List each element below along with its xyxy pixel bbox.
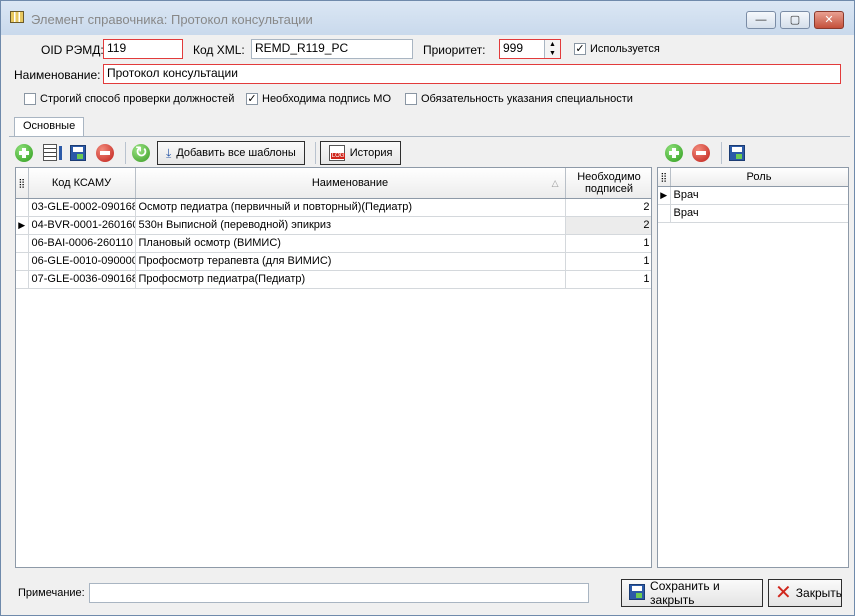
table-row[interactable]: 06-BAI-0006-260110 Плановый осмотр (ВИМИ… <box>16 234 651 253</box>
edit-icon[interactable] <box>40 142 62 164</box>
save-icon[interactable] <box>67 142 89 164</box>
roles-grid: ⣿ Роль ▶ Врач Врач <box>657 167 849 568</box>
save-and-close-button[interactable]: Сохранить и закрыть <box>621 579 763 607</box>
mo-signature-label: Необходима подпись МО <box>262 93 392 105</box>
delete-icon[interactable] <box>94 142 116 164</box>
table-row[interactable]: 06-GLE-0010-090000 Профосмотр терапевта … <box>16 252 651 271</box>
refresh-icon[interactable] <box>130 142 152 164</box>
priority-label: Приоритет: <box>423 43 486 57</box>
roles-grid-settings-icon[interactable]: ⣿ <box>658 168 671 187</box>
mo-signature-checkbox[interactable]: ✓ Необходима подпись МО <box>246 93 391 105</box>
history-button[interactable]: LOG История <box>319 141 402 165</box>
main-toolbar: ⤓ Добавить все шаблоны LOG История <box>13 139 407 167</box>
download-icon: ⤓ <box>166 145 172 160</box>
close-button[interactable]: ✕ Закрыть <box>768 579 842 607</box>
priority-spinner[interactable]: 999 ▲ ▼ <box>499 39 561 59</box>
column-role[interactable]: Роль <box>670 168 848 187</box>
table-row[interactable]: ▶ 04-BVR-0001-260160 530н Выписной (пере… <box>16 216 651 235</box>
name-input[interactable]: Протокол консультации <box>103 64 841 84</box>
panel-splitter[interactable] <box>653 167 656 568</box>
column-signatures-required[interactable]: Необходимо подписей <box>565 168 651 199</box>
templates-grid: ⣿ Код КСАМУ Наименование △ Необходимо по… <box>15 167 652 568</box>
add-icon[interactable] <box>13 142 35 164</box>
table-row[interactable]: 07-GLE-0036-090168 Профосмотр педиатра(П… <box>16 270 651 289</box>
grid-settings-icon[interactable]: ⣿ <box>16 168 29 199</box>
used-checkbox[interactable]: ✓ Используется <box>574 43 660 55</box>
sort-arrow-icon: △ <box>551 178 559 188</box>
current-row-icon: ▶ <box>658 186 671 205</box>
column-name[interactable]: Наименование △ <box>135 168 566 199</box>
oid-input[interactable]: 119 <box>103 39 183 59</box>
specialty-required-checkbox[interactable]: Обязательность указания специальности <box>405 93 633 105</box>
close-icon: ✕ <box>775 582 792 604</box>
tab-main[interactable]: Основные <box>14 117 85 137</box>
dialog-content: OID РЭМД: 119 Код XML: REMD_R119_PC Прио… <box>5 35 850 613</box>
save-role-icon[interactable] <box>726 142 748 164</box>
column-ksamu-code[interactable]: Код КСАМУ <box>28 168 136 199</box>
xml-code-label: Код XML: <box>193 43 245 57</box>
footer: Примечание: Сохранить и закрыть ✕ Закрыт… <box>5 573 850 613</box>
minimize-button[interactable]: — <box>746 11 776 29</box>
add-all-templates-button[interactable]: ⤓ Добавить все шаблоны <box>157 141 305 165</box>
save-icon <box>628 583 646 603</box>
maximize-button[interactable]: ▢ <box>780 11 810 29</box>
delete-role-icon[interactable] <box>690 142 712 164</box>
roles-toolbar <box>663 139 753 167</box>
strict-check-checkbox[interactable]: Строгий способ проверки должностей <box>24 93 234 105</box>
list-item[interactable]: ▶ Врач <box>658 186 848 205</box>
tab-panel: ⤓ Добавить все шаблоны LOG История <box>9 136 850 568</box>
priority-value: 999 <box>503 41 524 55</box>
window-title: Элемент справочника: Протокол консультац… <box>31 12 313 27</box>
log-icon: LOG <box>328 145 346 161</box>
specialty-required-label: Обязательность указания специальности <box>421 93 633 105</box>
current-row-icon: ▶ <box>16 216 29 235</box>
title-bar[interactable]: Элемент справочника: Протокол консультац… <box>1 1 854 35</box>
list-item[interactable]: Врач <box>658 204 848 223</box>
dialog-window: Элемент справочника: Протокол консультац… <box>0 0 855 616</box>
strict-check-label: Строгий способ проверки должностей <box>40 93 235 105</box>
oid-label: OID РЭМД: <box>41 43 104 57</box>
spinner-arrows-icon[interactable]: ▲ ▼ <box>544 40 560 58</box>
table-row[interactable]: 03-GLE-0002-090168 Осмотр педиатра (перв… <box>16 198 651 217</box>
checkmark-icon: ✓ <box>574 43 586 55</box>
name-label: Наименование: <box>14 68 101 82</box>
directory-icon <box>10 11 24 23</box>
xml-code-input[interactable]: REMD_R119_PC <box>251 39 413 59</box>
note-input[interactable] <box>89 583 589 603</box>
note-label: Примечание: <box>18 587 85 599</box>
close-window-button[interactable]: ✕ <box>814 11 844 29</box>
add-role-icon[interactable] <box>663 142 685 164</box>
checkmark-icon: ✓ <box>246 93 258 105</box>
used-label: Используется <box>590 43 660 55</box>
